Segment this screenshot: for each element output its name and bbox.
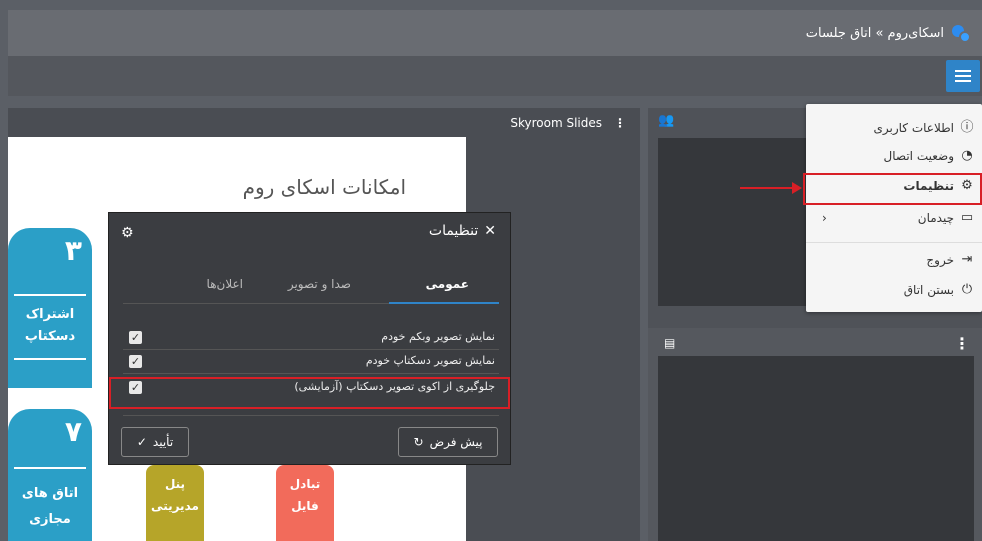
dialog-title-wrap: ✕ تنظیمات xyxy=(429,223,496,239)
confirm-button[interactable]: تأیید ✓ xyxy=(121,427,189,457)
option-checkbox[interactable]: ✓ xyxy=(129,355,142,368)
card-label: اشتراک xyxy=(25,307,75,322)
pointer-arrow xyxy=(740,187,794,189)
tab-general[interactable]: عمومی xyxy=(426,277,469,291)
chevron-left-icon: ‹ xyxy=(822,211,827,225)
info-icon: ⓘ xyxy=(960,120,974,135)
menu-item-user-info[interactable]: ⓘ اطلاعات کاربری xyxy=(806,114,982,142)
menu-item-exit[interactable]: ⇥ خروج xyxy=(806,246,982,274)
card-number: ۷ xyxy=(64,415,82,448)
check-icon: ✓ xyxy=(136,435,147,449)
exit-icon: ⇥ xyxy=(961,252,973,267)
brand: اسکای‌روم » اتاق جلسات xyxy=(806,10,972,56)
slides-panel-title: Skyroom Slides xyxy=(510,116,602,130)
tab-notifications[interactable]: اعلان‌ها xyxy=(207,277,243,291)
feature-card: ۳ اشتراک دسکتاپ xyxy=(8,228,92,388)
option-row[interactable]: نمایش تصویر وبکم خودم ✓ xyxy=(123,327,499,349)
option-highlight-box xyxy=(109,377,510,409)
slides-panel-header: Skyroom Slides ⋮ xyxy=(510,116,626,130)
menu-item-label: وضعیت اتصال xyxy=(883,149,954,163)
card-label: مجازی xyxy=(29,512,71,527)
tile-label: فایل xyxy=(291,499,319,513)
refresh-icon: ↻ xyxy=(413,435,424,449)
breadcrumb: اسکای‌روم » اتاق جلسات xyxy=(805,25,944,41)
feature-card: ۷ اتاق های مجازی xyxy=(8,409,92,541)
video-area xyxy=(658,138,808,306)
card-number: ۳ xyxy=(64,234,82,267)
settings-highlight-box xyxy=(803,173,982,205)
menu-item-layout[interactable]: ▭ چیدمان ‹ xyxy=(806,204,982,232)
confirm-label: تأیید xyxy=(152,435,174,449)
reset-default-button[interactable]: پیش فرض ↻ xyxy=(398,427,498,457)
chat-options-icon[interactable]: ⋮ xyxy=(954,334,970,353)
chat-messages-area xyxy=(658,356,974,541)
card-label: دسکتاپ xyxy=(24,329,76,344)
slide-heading: امکانات اسکای روم xyxy=(242,175,406,199)
wifi-icon: ◔ xyxy=(961,148,973,163)
pointer-arrowhead xyxy=(792,182,802,194)
tile-label: تبادل xyxy=(289,477,321,491)
menu-item-close-room[interactable]: ⏻ بستن اتاق xyxy=(806,276,982,304)
power-icon: ⏻ xyxy=(961,282,973,297)
main-menu: ⓘ اطلاعات کاربری ◔ وضعیت اتصال ⚙ تنظیمات… xyxy=(806,104,982,312)
option-row[interactable]: نمایش تصویر دسکتاپ خودم ✓ xyxy=(123,351,499,373)
dialog-title: تنظیمات xyxy=(428,223,479,239)
tile-label: مدیریتی xyxy=(151,499,199,513)
tab-audio-video[interactable]: صدا و تصویر xyxy=(288,277,351,291)
more-options-icon[interactable]: ⋮ xyxy=(614,116,626,130)
chat-panel: ▤ ⋮ xyxy=(648,328,982,541)
card-label: اتاق های xyxy=(21,486,79,501)
menu-item-label: خروج xyxy=(926,253,954,267)
feature-tile: تبادل فایل xyxy=(276,465,334,541)
option-label: نمایش تصویر دسکتاپ خودم xyxy=(365,354,495,367)
option-checkbox[interactable]: ✓ xyxy=(129,331,142,344)
feature-tile: پنل مدیریتی xyxy=(146,465,204,541)
settings-dialog: ✕ تنظیمات ⚙ عمومی صدا و تصویر اعلان‌ها ن… xyxy=(108,212,511,465)
menu-item-connection-status[interactable]: ◔ وضعیت اتصال xyxy=(806,142,982,170)
layout-icon: ▭ xyxy=(960,210,974,225)
skyroom-logo-icon xyxy=(952,23,972,43)
top-bar: اسکای‌روم » اتاق جلسات xyxy=(8,10,982,56)
close-icon[interactable]: ✕ xyxy=(484,223,496,239)
dialog-header: ✕ تنظیمات ⚙ xyxy=(109,213,510,253)
toolbar xyxy=(8,56,982,96)
menu-item-label: بستن اتاق xyxy=(903,283,954,297)
hamburger-menu-icon[interactable] xyxy=(946,60,980,92)
users-icon: 👥 xyxy=(658,113,675,128)
tile-label: پنل xyxy=(164,477,186,491)
dialog-tabs: عمومی صدا و تصویر اعلان‌ها xyxy=(123,273,499,304)
menu-item-label: اطلاعات کاربری xyxy=(873,121,955,135)
gear-icon: ⚙ xyxy=(121,225,134,241)
chat-icon: ▤ xyxy=(664,336,676,350)
menu-item-label: چیدمان xyxy=(917,211,954,225)
reset-label: پیش فرض xyxy=(429,435,483,449)
option-label: نمایش تصویر وبکم خودم xyxy=(381,330,495,343)
